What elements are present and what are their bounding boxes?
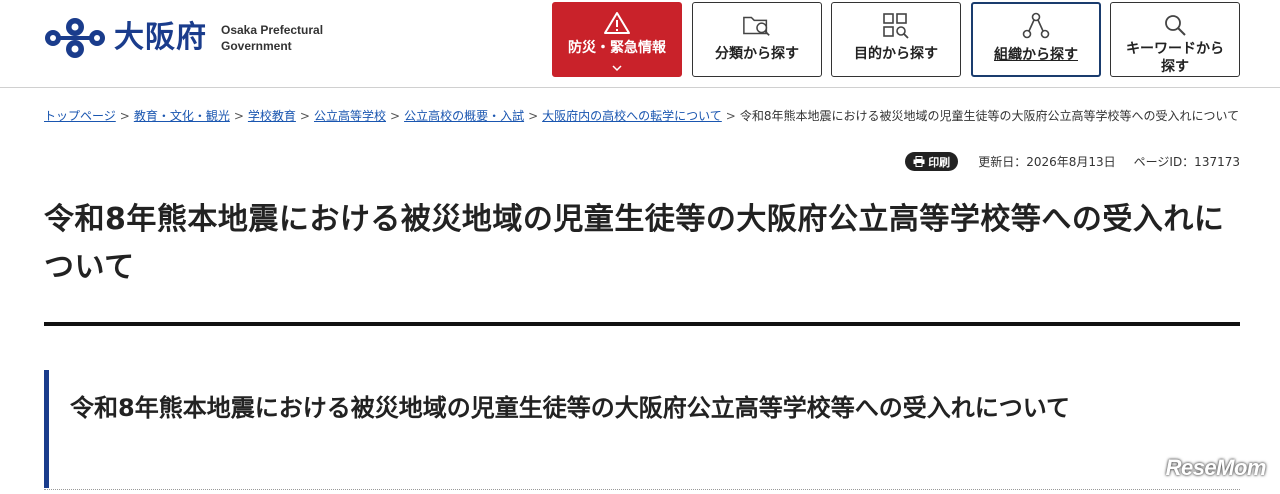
- page-title: 令和8年熊本地震における被災地域の児童生徒等の大阪府公立高等学校等への受入れにつ…: [44, 202, 1225, 285]
- search-by-purpose-button[interactable]: 目的から探す: [831, 2, 961, 77]
- breadcrumb: トップページ > 教育・文化・観光 > 学校教育 > 公立高等学校 > 公立高校の概要・入試 > 大…: [44, 106, 1240, 126]
- site-header: 大阪府 Osaka Prefectural Government 防災・緊急情報…: [0, 0, 1280, 88]
- page-id: ページID：137173: [1133, 155, 1240, 169]
- chevron-down-icon: [611, 57, 623, 76]
- printer-icon: [913, 156, 925, 167]
- print-button[interactable]: 印刷: [905, 152, 959, 171]
- search-by-category-button[interactable]: 分類から探す: [692, 2, 822, 77]
- title-divider: [44, 322, 1240, 326]
- keyword-label-line2: 探す: [1161, 59, 1189, 75]
- resemom-watermark: ReseMom: [1165, 455, 1267, 480]
- section-heading-block: 令和8年熊本地震における被災地域の児童生徒等の大阪府公立高等学校等への受入れにつ…: [44, 370, 1240, 488]
- breadcrumb-current: 令和8年熊本地震における被災地域の児童生徒等の大阪府公立高等学校等への受入れにつ…: [739, 109, 1240, 123]
- search-by-keyword-button[interactable]: キーワードから 探す: [1110, 2, 1240, 77]
- search-by-organization-button[interactable]: 組織から探す: [971, 2, 1101, 77]
- print-label: 印刷: [928, 155, 951, 169]
- breadcrumb-separator: >: [119, 109, 130, 123]
- breadcrumb-link-overview-admission[interactable]: 公立高校の概要・入試: [404, 109, 524, 123]
- grid-search-icon: [881, 11, 911, 39]
- breadcrumb-link-school-education[interactable]: 学校教育: [248, 109, 296, 123]
- keyword-label-line1: キーワードから: [1126, 41, 1224, 57]
- breadcrumb-link-public-high-school[interactable]: 公立高等学校: [314, 109, 386, 123]
- breadcrumb-separator: >: [725, 109, 736, 123]
- logo-english-line1: Osaka Prefectural: [221, 23, 324, 37]
- emergency-info-label: 防災・緊急情報: [568, 40, 666, 56]
- breadcrumb-link-top[interactable]: トップページ: [44, 109, 116, 123]
- dotted-divider: [44, 489, 1240, 490]
- page-meta: 印刷 更新日：2026年8月13日 ページID：137173: [905, 152, 1240, 171]
- search-by-category-label: 分類から探す: [715, 46, 799, 62]
- breadcrumb-separator: >: [390, 109, 401, 123]
- search-by-organization-label: 組織から探す: [994, 47, 1078, 63]
- warning-icon: [602, 11, 632, 35]
- logo-english-line2: Government: [221, 39, 292, 53]
- breadcrumb-separator: >: [299, 109, 310, 123]
- breadcrumb-separator: >: [528, 109, 539, 123]
- org-chart-icon: [1021, 12, 1051, 40]
- logo-title: 大阪府: [114, 20, 207, 55]
- search-by-keyword-label: キーワードから 探す: [1126, 40, 1224, 76]
- breadcrumb-link-education-culture[interactable]: 教育・文化・観光: [134, 109, 230, 123]
- osaka-emblem-icon: [44, 16, 106, 60]
- section-heading: 令和8年熊本地震における被災地域の児童生徒等の大阪府公立高等学校等への受入れにつ…: [70, 394, 1070, 422]
- site-logo[interactable]: 大阪府 Osaka Prefectural Government: [44, 16, 323, 60]
- breadcrumb-link-transfer[interactable]: 大阪府内の高校への転学について: [542, 109, 722, 123]
- folder-search-icon: [742, 11, 772, 39]
- updated-date: 更新日：2026年8月13日: [978, 155, 1116, 169]
- search-by-purpose-label: 目的から探す: [854, 46, 938, 62]
- emergency-info-button[interactable]: 防災・緊急情報: [552, 2, 682, 77]
- search-icon: [1160, 11, 1190, 38]
- breadcrumb-separator: >: [233, 109, 244, 123]
- logo-english: Osaka Prefectural Government: [221, 22, 323, 54]
